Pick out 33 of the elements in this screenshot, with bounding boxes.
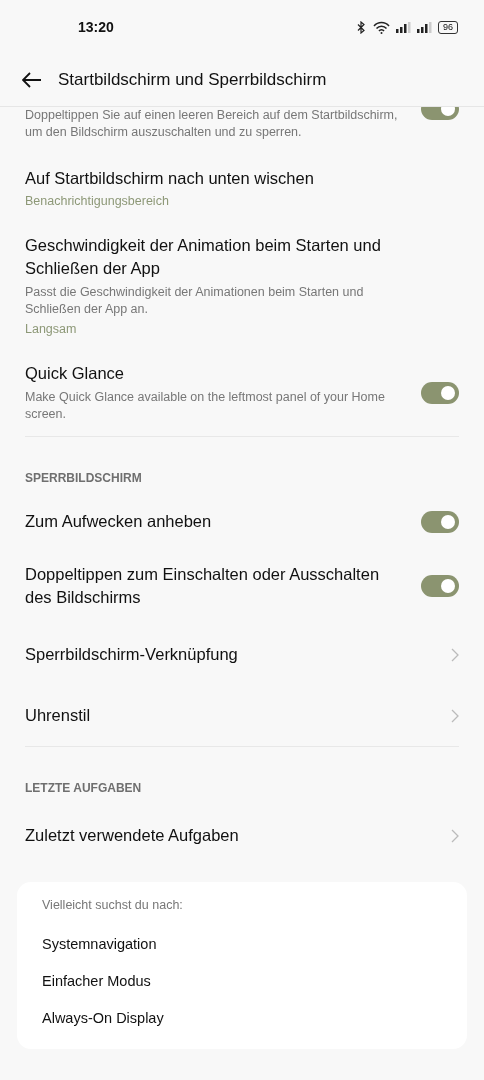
- suggestion-link[interactable]: Einfacher Modus: [42, 963, 442, 1000]
- setting-title: Sperrbildschirm-Verknüpfung: [25, 644, 239, 665]
- toggle-switch[interactable]: [421, 381, 459, 404]
- suggestions-heading: Vielleicht suchst du nach:: [42, 898, 184, 914]
- section-heading: LETZTE AUFGABEN: [25, 780, 143, 797]
- toggle-switch[interactable]: [421, 510, 459, 533]
- setting-title: Zuletzt verwendete Aufgaben: [25, 825, 240, 846]
- page-title: Startbildschirm und Sperrbildschirm: [58, 70, 327, 90]
- setting-value: Langsam: [25, 322, 78, 336]
- setting-description: Make Quick Glance available on the leftmost panel of your Home screen.: [25, 389, 386, 423]
- suggestion-link[interactable]: Systemnavigation: [42, 926, 442, 963]
- setting-description: Passt die Geschwindigkeit der Animationen beim Starten und Schließen der App an.: [25, 284, 365, 318]
- wifi-icon: [373, 20, 390, 34]
- setting-title: Uhrenstil: [25, 705, 92, 726]
- signal-icon: [417, 21, 432, 33]
- setting-title: Quick Glance: [25, 363, 126, 384]
- setting-title: Auf Startbildschirm nach unten wischen: [25, 168, 315, 189]
- bluetooth-icon: [357, 20, 367, 34]
- chevron-right-icon: [451, 828, 459, 843]
- section-heading: SPERRBILDSCHIRM: [25, 470, 143, 487]
- signal-icon: [396, 21, 411, 33]
- status-time: 13:20: [78, 19, 115, 35]
- back-arrow-icon[interactable]: [22, 72, 42, 88]
- chevron-right-icon: [451, 647, 459, 662]
- setting-title: Geschwindigkeit der Animation beim Starten und Schließen der App: [25, 235, 382, 279]
- setting-value: Benachrichtigungsbereich: [25, 194, 170, 208]
- setting-description: Doppeltippen Sie auf einen leeren Bereich auf dem Startbildschirm, um den Bildschirm auszuschalten und zu sperren.: [25, 107, 399, 141]
- chevron-right-icon: [451, 708, 459, 723]
- setting-title: Doppeltippen zum Einschalten oder Ausschalten des Bildschirms: [25, 564, 381, 608]
- battery-level: 96: [438, 20, 458, 34]
- suggestion-link[interactable]: Always-On Display: [42, 1000, 442, 1037]
- toggle-switch[interactable]: [421, 575, 459, 597]
- setting-title: Zum Aufwecken anheben: [25, 511, 213, 532]
